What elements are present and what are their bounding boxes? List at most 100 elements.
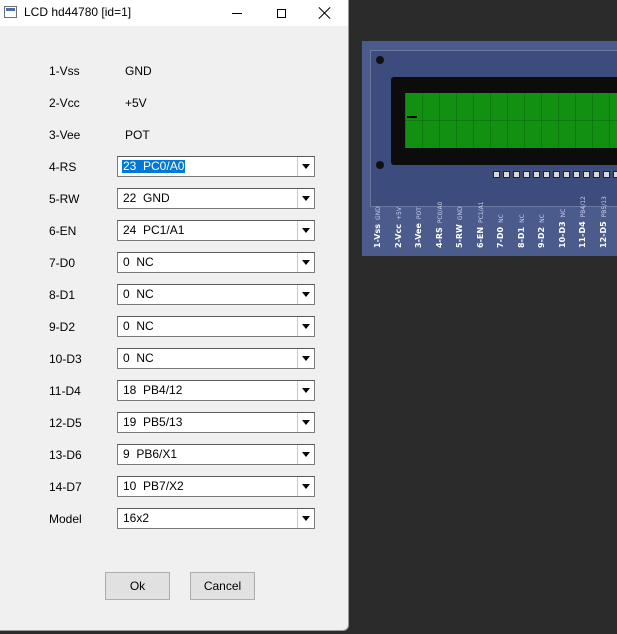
minimize-button[interactable] xyxy=(214,0,260,26)
board-pin-label: 10-D3 NC xyxy=(558,188,567,248)
chevron-down-icon[interactable] xyxy=(297,509,314,528)
d0-pin-select[interactable]: 0 NC xyxy=(117,252,315,273)
board-pin-signal: NC xyxy=(559,208,567,218)
combo-value: 22 GND xyxy=(123,191,170,205)
pin-label-d2: 9-D2 xyxy=(49,320,76,334)
board-pin-name: 11-D4 xyxy=(578,221,587,248)
lcd-char-grid xyxy=(405,93,617,148)
maximize-button[interactable] xyxy=(258,0,304,26)
title-bar[interactable]: LCD hd44780 [id=1] xyxy=(0,0,348,26)
combo-value: 16x2 xyxy=(123,511,150,525)
d4-pin-select[interactable]: 18 PB4/12 xyxy=(117,380,315,401)
board-pin-signal: PB4/12 xyxy=(580,196,587,218)
d7-pin-select[interactable]: 10 PB7/X2 xyxy=(117,476,315,497)
lcd-screen xyxy=(405,93,617,148)
chevron-down-icon[interactable] xyxy=(297,253,314,272)
pin-value-vcc: +5V xyxy=(125,96,147,110)
rs-pin-select[interactable]: 23 PC0/A0 xyxy=(117,156,315,177)
pin-label-vcc: 2-Vcc xyxy=(49,96,80,110)
pin-label-d7: 14-D7 xyxy=(49,480,82,494)
d1-pin-select[interactable]: 0 NC xyxy=(117,284,315,305)
lcd-pcb xyxy=(370,50,617,207)
header-pin xyxy=(523,171,530,178)
board-pin-name: 12-D5 xyxy=(598,221,608,248)
board-pin-label: 4-RS PC0/A0 xyxy=(435,188,444,248)
combo-value: 19 PB5/13 xyxy=(123,415,183,429)
d3-pin-select[interactable]: 0 NC xyxy=(117,348,315,369)
combo-value: 10 PB7/X2 xyxy=(123,479,184,493)
header-pin xyxy=(613,171,617,178)
mount-hole-icon xyxy=(376,56,384,64)
header-pin xyxy=(563,171,570,178)
board-pin-label: 5-RW GND xyxy=(455,188,464,248)
chevron-down-icon[interactable] xyxy=(297,285,314,304)
board-pin-label: 8-D1 NC xyxy=(517,188,526,248)
mount-hole-icon xyxy=(376,161,384,169)
header-pin xyxy=(573,171,580,178)
d2-pin-select[interactable]: 0 NC xyxy=(117,316,315,337)
rw-pin-select[interactable]: 22 GND xyxy=(117,188,315,209)
board-pin-signal: PB5/13 xyxy=(600,196,608,218)
chevron-down-icon[interactable] xyxy=(297,477,314,496)
combo-value: 0 NC xyxy=(123,255,154,269)
board-pin-signal: PC1/A1 xyxy=(477,201,485,223)
chevron-down-icon[interactable] xyxy=(297,349,314,368)
pin-value-vss: GND xyxy=(125,64,152,78)
board-pin-signal: NC xyxy=(539,214,546,223)
board-pin-name: 3-Vee xyxy=(414,223,423,248)
board-pin-signal: NC xyxy=(498,214,505,223)
chevron-down-icon[interactable] xyxy=(297,157,314,176)
close-icon xyxy=(319,7,331,19)
chevron-down-icon[interactable] xyxy=(297,189,314,208)
board-pin-name: 7-D0 xyxy=(496,226,505,248)
lcd-cursor xyxy=(407,116,417,118)
window-app-icon xyxy=(4,6,17,18)
board-pin-signal: GND xyxy=(457,206,464,221)
window-title: LCD hd44780 [id=1] xyxy=(24,5,132,19)
header-pin xyxy=(543,171,550,178)
combo-value: 24 PC1/A1 xyxy=(123,223,185,237)
d6-pin-select[interactable]: 9 PB6/X1 xyxy=(117,444,315,465)
chevron-down-icon[interactable] xyxy=(297,317,314,336)
chevron-down-icon[interactable] xyxy=(297,381,314,400)
minimize-icon xyxy=(232,12,242,14)
board-pin-signal: GND xyxy=(375,206,382,220)
board-pin-signal: NC xyxy=(518,214,526,223)
header-pin xyxy=(493,171,500,178)
header-pin xyxy=(503,171,510,178)
model-label: Model xyxy=(49,512,82,526)
ok-button[interactable]: Ok xyxy=(105,572,170,600)
board-pin-label: 6-EN PC1/A1 xyxy=(476,188,485,248)
pin-label-d6: 13-D6 xyxy=(49,448,82,462)
board-pin-label: 3-Vee POT xyxy=(414,188,423,248)
pin-label-en: 6-EN xyxy=(49,224,77,238)
board-pin-name: 5-RW xyxy=(455,224,464,248)
lcd-component[interactable]: 1-Vss GND 2-Vcc +5V 3-Vee POT 4-RS PC0/A0 5-RW GN… xyxy=(362,41,617,256)
pin-label-d0: 7-D0 xyxy=(49,256,76,270)
pin-label-d5: 12-D5 xyxy=(49,416,82,430)
combo-value: 23 PC0/A0 xyxy=(122,159,186,173)
model-select[interactable]: 16x2 xyxy=(117,508,315,529)
chevron-down-icon[interactable] xyxy=(297,445,314,464)
close-button[interactable] xyxy=(302,0,348,26)
board-pin-name: 4-RS xyxy=(434,227,444,248)
combo-value: 0 NC xyxy=(123,351,154,365)
pin-header xyxy=(493,171,617,181)
pin-label-d1: 8-D1 xyxy=(49,288,76,302)
lcd-config-dialog: LCD hd44780 [id=1] 1-Vss GND 2-Vcc +5V 3… xyxy=(0,0,349,631)
header-pin xyxy=(593,171,600,178)
combo-value: 0 NC xyxy=(123,287,154,301)
chevron-down-icon[interactable] xyxy=(297,221,314,240)
board-pin-signal: PC0/A0 xyxy=(436,201,444,224)
board-pin-label: 9-D2 NC xyxy=(537,188,546,248)
combo-value: 18 PB4/12 xyxy=(123,383,183,397)
en-pin-select[interactable]: 24 PC1/A1 xyxy=(117,220,315,241)
cancel-button[interactable]: Cancel xyxy=(190,572,255,600)
pin-value-vee: POT xyxy=(125,128,150,142)
header-pin xyxy=(513,171,520,178)
chevron-down-icon[interactable] xyxy=(297,413,314,432)
d5-pin-select[interactable]: 19 PB5/13 xyxy=(117,412,315,433)
header-pin xyxy=(583,171,590,178)
pin-label-vss: 1-Vss xyxy=(49,64,80,78)
pin-label-vee: 3-Vee xyxy=(49,128,81,142)
